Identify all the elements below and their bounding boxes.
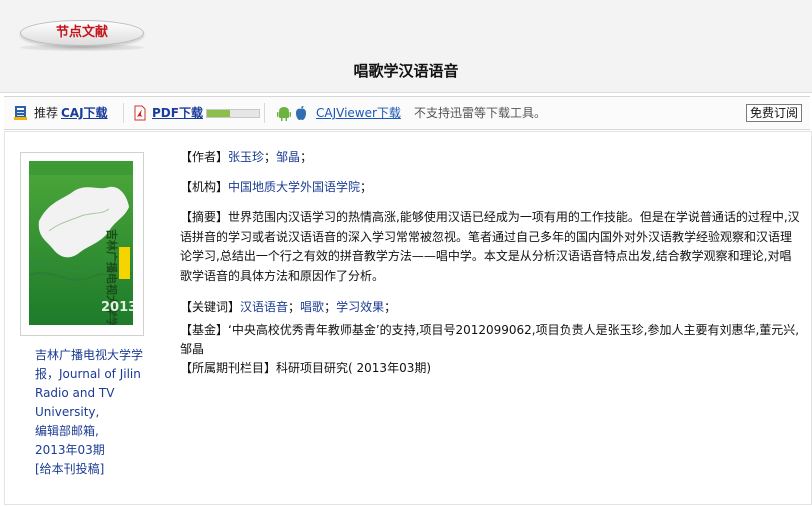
separator: ；: [288, 300, 301, 314]
free-subscribe-button[interactable]: 免费订阅: [746, 104, 803, 122]
separator: ；: [360, 180, 373, 194]
page-title: 唱歌学汉语语音: [353, 62, 459, 80]
organization-row: 【机构】中国地质大学外国语学院；: [180, 178, 800, 197]
column-label: 【所属期刊栏目】: [180, 361, 277, 375]
journal-issue-line[interactable]: 2013年03期: [35, 441, 155, 460]
keyword-link[interactable]: 唱歌: [300, 300, 324, 314]
issue-text: ( 2013年03期): [348, 361, 432, 375]
pdf-progress-bar: [206, 109, 260, 118]
pdf-icon: [132, 105, 148, 121]
column-text: 科研项目研究: [276, 361, 349, 375]
abstract-row: 【摘要】世界范围内汉语学习的热情高涨,能够使用汉语已经成为一项有用的工作技能。但…: [180, 208, 800, 286]
abstract-label: 【摘要】: [180, 210, 229, 224]
fund-row: 【基金】‘中央高校优秀青年教师基金’的支持,项目号2012099062,项目负责…: [180, 321, 800, 359]
download-note: 不支持迅雷等下载工具。: [414, 106, 547, 120]
journal-cover-image[interactable]: 吉林广播电视大学学报 2013.3: [29, 161, 133, 325]
journal-name-line1[interactable]: 吉林广播电视大学学: [35, 346, 155, 365]
author-link[interactable]: 邹晶: [276, 150, 300, 164]
caj-book-icon: [13, 105, 29, 121]
separator: ；: [264, 150, 277, 164]
separator: ；: [384, 300, 397, 314]
cajviewer-download-link[interactable]: CAJViewer下载: [316, 97, 401, 129]
column-row: 【所属期刊栏目】科研项目研究( 2013年03期): [180, 359, 800, 378]
caj-recommend-text: 推荐: [34, 106, 59, 120]
android-icon: [276, 105, 292, 121]
abstract-text: 世界范围内汉语学习的热情高涨,能够使用汉语已经成为一项有用的工作技能。但是在学说…: [180, 210, 800, 283]
keywords-row: 【关键词】汉语语音；唱歌；学习效果；: [180, 298, 800, 317]
apple-icon: [293, 105, 309, 121]
author-link[interactable]: 张玉珍: [228, 150, 264, 164]
header-bar: 节点文献 唱歌学汉语语音: [0, 0, 812, 93]
fund-label: 【基金】: [180, 323, 229, 337]
journal-name-line4[interactable]: University,: [35, 403, 155, 422]
keywords-label: 【关键词】: [180, 300, 241, 314]
pdf-progress-fill: [207, 110, 231, 117]
journal-name-line3[interactable]: Radio and TV: [35, 384, 155, 403]
separator: ；: [324, 300, 337, 314]
organization-label: 【机构】: [180, 180, 229, 194]
journal-info[interactable]: 吉林广播电视大学学 报，Journal of Jilin Radio and T…: [35, 346, 155, 479]
article-panel: 吉林广播电视大学学报 2013.3 吉林广播电视大学学 报，Journal of…: [4, 131, 812, 505]
journal-cover-frame: 吉林广播电视大学学报 2013.3: [20, 152, 144, 336]
separator: ；: [300, 150, 313, 164]
node-document-badge: 节点文献: [20, 20, 144, 46]
cover-year-text: 2013.3: [101, 300, 133, 315]
submit-manuscript-link[interactable]: [给本刊投稿]: [35, 460, 155, 479]
keyword-link[interactable]: 汉语语音: [240, 300, 288, 314]
keyword-link[interactable]: 学习效果: [336, 300, 384, 314]
pdf-download-link[interactable]: PDF下载: [152, 97, 203, 129]
download-toolbar: 推荐 CAJ下载 PDF下载 CAJViewer下载 不支持迅雷等下载工具。 免…: [4, 96, 810, 130]
caj-download-link[interactable]: CAJ下载: [61, 97, 108, 129]
article-info: 【作者】张玉珍；邹晶； 【机构】中国地质大学外国语学院； 【摘要】世界范围内汉语…: [180, 148, 800, 378]
fund-text: ‘中央高校优秀青年教师基金’的支持,项目号2012099062,项目负责人是张玉…: [180, 323, 800, 356]
journal-name-line2[interactable]: 报，Journal of Jilin: [35, 365, 155, 384]
authors-label: 【作者】: [180, 150, 229, 164]
toolbar-divider: [264, 103, 265, 123]
journal-email-line[interactable]: 编辑部邮箱,: [35, 422, 155, 441]
toolbar-divider: [123, 103, 124, 123]
organization-link[interactable]: 中国地质大学外国语学院: [228, 180, 360, 194]
authors-row: 【作者】张玉珍；邹晶；: [180, 148, 800, 167]
